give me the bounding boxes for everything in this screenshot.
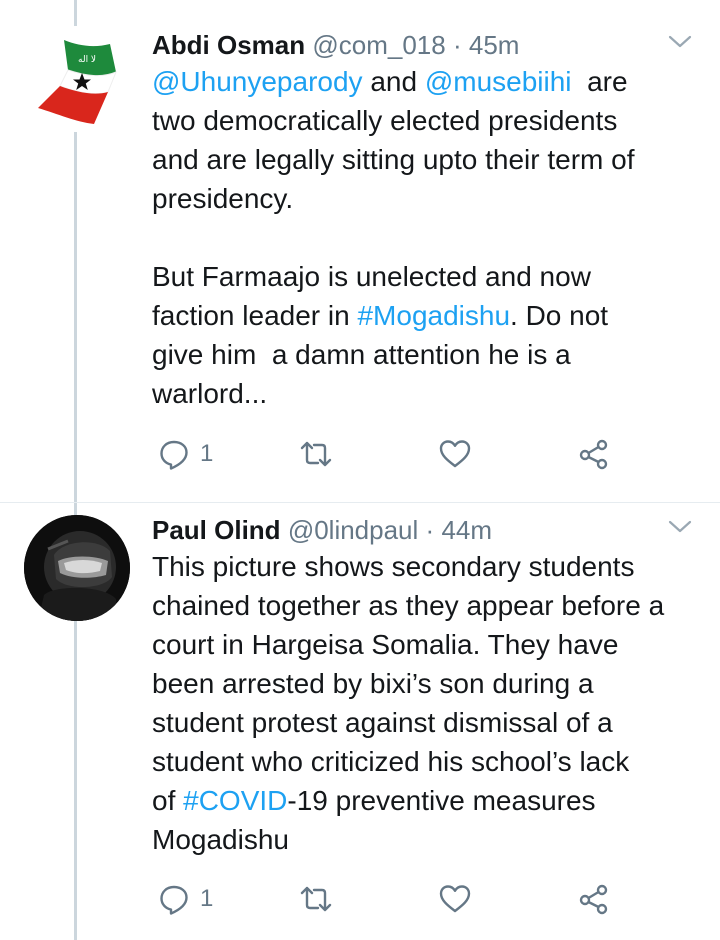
- tweet-text-line: warlord...: [152, 374, 708, 413]
- text-segment: student who criticized his school’s lack: [152, 746, 630, 777]
- text-segment: chained together as they appear before a: [152, 590, 665, 621]
- tweet-text-line: [152, 218, 708, 257]
- like-button[interactable]: [438, 434, 472, 474]
- tweet-header: Abdi Osman @com_018 · 45m: [152, 28, 708, 62]
- tweet-text-line: presidency.: [152, 179, 708, 218]
- tweet-text-line: This picture shows secondary students: [152, 547, 708, 586]
- text-segment: warlord...: [152, 378, 268, 409]
- timestamp[interactable]: 44m: [441, 515, 492, 545]
- tweet-header: Paul Olind @0lindpaul · 44m: [152, 513, 708, 547]
- tweet-text-line: Mogadishu: [152, 820, 708, 859]
- somaliland-flag-icon: ﻻ ﺍﻟﻪ: [24, 26, 130, 132]
- text-segment: and: [362, 66, 425, 97]
- helmet-rider-avatar-icon: [24, 515, 130, 621]
- tweet-text-line: been arrested by bixi’s son during a: [152, 664, 708, 703]
- text-segment: -19 preventive measures: [287, 785, 596, 816]
- text-segment: . Do not: [510, 300, 609, 331]
- like-icon: [439, 885, 471, 913]
- text-segment: give him a damn attention he is a: [152, 339, 571, 370]
- share-button[interactable]: [578, 879, 610, 919]
- display-name[interactable]: Paul Olind: [152, 515, 281, 545]
- text-segment: This picture shows secondary students: [152, 551, 635, 582]
- separator-dot: ·: [425, 515, 435, 545]
- reply-button[interactable]: 1: [158, 434, 213, 474]
- tweet-item[interactable]: Paul Olind @0lindpaul · 44m This picture…: [0, 503, 720, 940]
- tweet-text-line: of #COVID-19 preventive measures: [152, 781, 708, 820]
- text-segment: and are legally sitting upto their term …: [152, 144, 635, 175]
- tweet-text-line: give him a damn attention he is a: [152, 335, 708, 374]
- tweet-text: This picture shows secondary students cha…: [152, 547, 708, 859]
- like-icon: [439, 440, 471, 468]
- tweet-actions: 1: [152, 434, 672, 474]
- svg-text:ﻻ ﺍﻟﻪ: ﻻ ﺍﻟﻪ: [78, 55, 96, 65]
- tweet-text-line: @Uhunyeparody and @musebiihi are: [152, 62, 708, 101]
- tweet-text-line: student who criticized his school’s lack: [152, 742, 708, 781]
- avatar[interactable]: ﻻ ﺍﻟﻪ: [24, 26, 130, 132]
- retweet-icon: [300, 441, 332, 467]
- text-segment: of: [152, 785, 184, 816]
- share-icon: [579, 439, 608, 470]
- tweet-text-line: student protest against dismissal of a: [152, 703, 708, 742]
- text-segment: Mogadishu: [152, 824, 289, 855]
- retweet-button[interactable]: [298, 879, 334, 919]
- hashtag-link[interactable]: #Mogadishu: [357, 300, 510, 331]
- text-segment: two democratically elected presidents: [152, 105, 618, 136]
- reply-count: 1: [200, 440, 214, 467]
- like-button[interactable]: [438, 879, 472, 919]
- hashtag-link[interactable]: #COVID: [183, 785, 287, 816]
- reply-button[interactable]: 1: [158, 879, 213, 919]
- text-segment: court in Hargeisa Somalia. They have: [152, 629, 619, 660]
- user-handle[interactable]: @com_018: [312, 30, 445, 60]
- user-handle[interactable]: @0lindpaul: [288, 515, 418, 545]
- retweet-icon: [300, 886, 332, 912]
- tweet-actions: 1: [152, 879, 672, 919]
- chevron-down-icon[interactable]: [668, 519, 692, 535]
- tweet-text-line: faction leader in #Mogadishu. Do not: [152, 296, 708, 335]
- tweet-text-line: two democratically elected presidents: [152, 101, 708, 140]
- text-segment: been arrested by bixi’s son during a: [152, 668, 594, 699]
- display-name[interactable]: Abdi Osman: [152, 30, 305, 60]
- reply-count: 1: [200, 885, 214, 912]
- text-segment: are: [571, 66, 628, 97]
- reply-icon: [160, 885, 188, 915]
- tweet-item[interactable]: ﻻ ﺍﻟﻪ Abdi Osman @com_018 · 45m @Uhunyep…: [0, 0, 720, 500]
- timestamp[interactable]: 45m: [469, 30, 520, 60]
- avatar[interactable]: [24, 515, 130, 621]
- mention-link[interactable]: @musebiihi: [425, 66, 572, 97]
- text-segment: faction leader in: [152, 300, 358, 331]
- share-icon: [579, 884, 608, 915]
- tweet-text-line: and are legally sitting upto their term …: [152, 140, 708, 179]
- tweet-text-line: But Farmaajo is unelected and now: [152, 257, 708, 296]
- retweet-button[interactable]: [298, 434, 334, 474]
- text-segment: student protest against dismissal of a: [152, 707, 613, 738]
- tweet-text-line: chained together as they appear before a: [152, 586, 708, 625]
- mention-link[interactable]: @Uhunyeparody: [152, 66, 363, 97]
- reply-icon: [160, 440, 188, 470]
- text-segment: presidency.: [152, 183, 294, 214]
- share-button[interactable]: [578, 434, 610, 474]
- separator-dot: ·: [452, 30, 462, 60]
- tweet-text-line: court in Hargeisa Somalia. They have: [152, 625, 708, 664]
- tweet-text: @Uhunyeparody and @musebiihi are two demo…: [152, 62, 708, 413]
- chevron-down-icon[interactable]: [668, 34, 692, 50]
- text-segment: But Farmaajo is unelected and now: [152, 261, 591, 292]
